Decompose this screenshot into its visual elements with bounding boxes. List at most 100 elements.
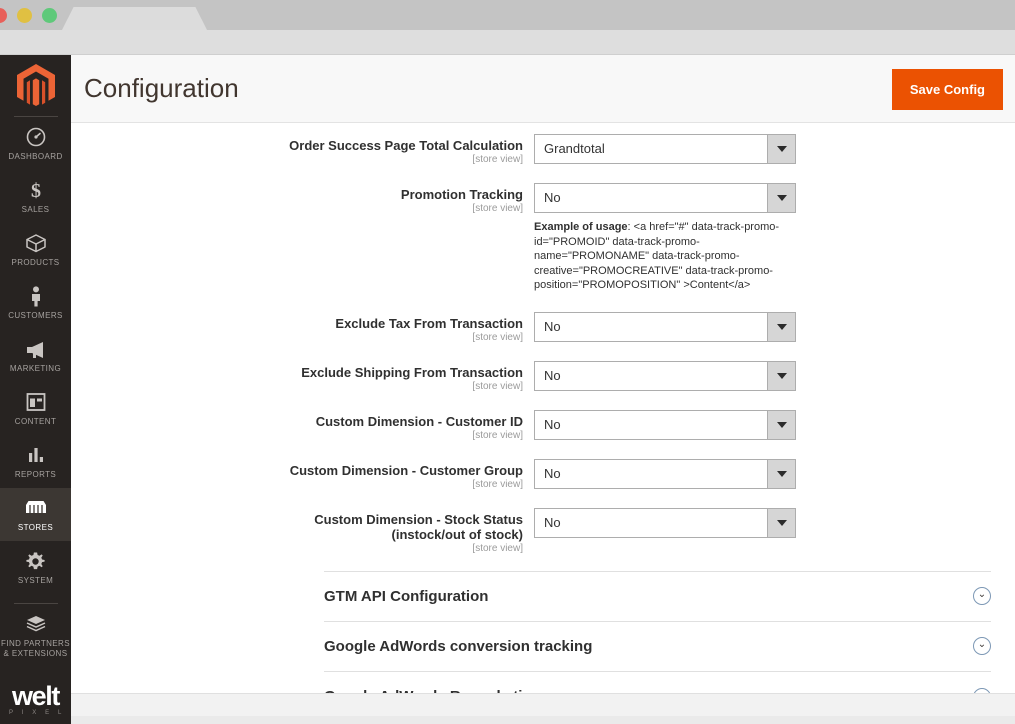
chevron-down-icon[interactable]: ⌄: [973, 587, 991, 605]
section-title: Google AdWords conversion tracking: [324, 638, 592, 655]
sidebar-item-label-line2: & EXTENSIONS: [4, 649, 68, 659]
field-label-col: Custom Dimension - Customer Group [store…: [71, 456, 534, 491]
maximize-window-button[interactable]: [42, 8, 57, 23]
field-label: Exclude Tax From Transaction: [71, 316, 523, 331]
person-icon: [29, 285, 43, 307]
section-google-adwords-conversion-tracking[interactable]: Google AdWords conversion tracking ⌄: [324, 622, 991, 672]
chevron-down-icon[interactable]: [767, 135, 795, 163]
sidebar-item-label: DASHBOARD: [8, 152, 62, 162]
page-title: Configuration: [84, 73, 239, 104]
field-scope: [store view]: [71, 543, 523, 555]
sidebar-item-label: SYSTEM: [18, 576, 53, 586]
select-promotion-tracking[interactable]: No: [534, 183, 796, 213]
select-order-success-page-total-calculation[interactable]: Grandtotal: [534, 134, 796, 164]
field-label-col: Exclude Tax From Transaction [store view…: [71, 309, 534, 344]
browser-toolbar: [0, 30, 1015, 55]
select-value: No: [544, 368, 561, 383]
field-row-promotion-tracking: Promotion Tracking [store view] No Examp…: [71, 180, 1015, 293]
select-custom-dimension-stock-status[interactable]: No: [534, 508, 796, 538]
select-exclude-tax-from-transaction[interactable]: No: [534, 312, 796, 342]
sidebar-item-marketing[interactable]: MARKETING: [0, 329, 71, 382]
storefront-icon: [24, 497, 48, 519]
box-icon: [25, 232, 47, 254]
field-row-custom-dimension-customer-id: Custom Dimension - Customer ID [store vi…: [71, 407, 1015, 442]
select-value: No: [544, 417, 561, 432]
page-header: Configuration Save Config: [71, 55, 1015, 123]
field-label: Promotion Tracking: [71, 187, 523, 202]
field-label-line1: Custom Dimension - Stock Status: [71, 512, 523, 527]
select-value: No: [544, 319, 561, 334]
svg-text:$: $: [31, 180, 41, 201]
field-control-col: No: [534, 358, 1015, 391]
field-label-col: Custom Dimension - Stock Status (instock…: [71, 505, 534, 555]
window-traffic-lights: [0, 8, 57, 23]
select-exclude-shipping-from-transaction[interactable]: No: [534, 361, 796, 391]
configuration-content: Order Success Page Total Calculation [st…: [71, 123, 1015, 693]
select-custom-dimension-customer-id[interactable]: No: [534, 410, 796, 440]
field-scope: [store view]: [71, 430, 523, 442]
sidebar-item-customers[interactable]: CUSTOMERS: [0, 276, 71, 329]
admin-application: DASHBOARD $ SALES PRODUCTS: [0, 55, 1015, 724]
browser-tab[interactable]: [62, 7, 207, 30]
field-label-col: Promotion Tracking [store view]: [71, 180, 534, 215]
field-control-col: No: [534, 309, 1015, 342]
sidebar-item-label: SALES: [22, 205, 50, 215]
field-scope: [store view]: [71, 381, 523, 393]
field-label-col: Custom Dimension - Customer ID [store vi…: [71, 407, 534, 442]
chevron-down-icon[interactable]: [767, 411, 795, 439]
close-window-button[interactable]: [0, 8, 7, 23]
field-control-col: No Example of usage: <a href="#" data-tr…: [534, 180, 1015, 293]
field-label: Custom Dimension - Customer Group: [71, 463, 523, 478]
sidebar-item-products[interactable]: PRODUCTS: [0, 223, 71, 276]
chevron-down-icon[interactable]: [767, 184, 795, 212]
sidebar-item-stores[interactable]: STORES: [0, 488, 71, 541]
dashboard-gauge-icon: [26, 126, 46, 148]
chevron-down-icon[interactable]: ⌄: [973, 637, 991, 655]
sidebar-item-label: REPORTS: [15, 470, 56, 480]
field-scope: [store view]: [71, 332, 523, 344]
field-label-col: Exclude Shipping From Transaction [store…: [71, 358, 534, 393]
sidebar-item-sales[interactable]: $ SALES: [0, 170, 71, 223]
open-box-icon: [25, 613, 47, 635]
field-row-exclude-tax-from-transaction: Exclude Tax From Transaction [store view…: [71, 309, 1015, 344]
chevron-down-icon[interactable]: [767, 313, 795, 341]
megaphone-icon: [25, 338, 47, 360]
select-value: No: [544, 515, 561, 530]
sidebar-item-label: STORES: [18, 523, 53, 533]
field-scope: [store view]: [71, 479, 523, 491]
sidebar-item-label: CONTENT: [15, 417, 56, 427]
magento-logo-icon: [17, 64, 55, 106]
field-note-promotion-tracking: Example of usage: <a href="#" data-track…: [534, 220, 806, 293]
sidebar-item-label: PRODUCTS: [11, 258, 59, 268]
field-label: Custom Dimension - Customer ID: [71, 414, 523, 429]
field-row-custom-dimension-customer-group: Custom Dimension - Customer Group [store…: [71, 456, 1015, 491]
sidebar-item-reports[interactable]: REPORTS: [0, 435, 71, 488]
chevron-down-icon[interactable]: [767, 362, 795, 390]
field-scope: [store view]: [71, 203, 523, 215]
select-value: Grandtotal: [544, 141, 605, 156]
section-google-adwords-remarketing[interactable]: Google AdWords Remarketing ⌄: [324, 672, 991, 694]
field-row-order-success-page-total-calculation: Order Success Page Total Calculation [st…: [71, 131, 1015, 166]
sidebar-item-label: CUSTOMERS: [8, 311, 63, 321]
layout-panels-icon: [26, 391, 46, 413]
sidebar-item-system[interactable]: SYSTEM: [0, 541, 71, 594]
sidebar-item-label-line1: FIND PARTNERS: [1, 639, 70, 649]
field-control-col: No: [534, 407, 1015, 440]
sidebar-item-label: MARKETING: [10, 364, 61, 374]
field-scope: [store view]: [71, 154, 523, 166]
field-control-col: No: [534, 456, 1015, 489]
chevron-down-icon[interactable]: [767, 509, 795, 537]
field-row-custom-dimension-stock-status: Custom Dimension - Stock Status (instock…: [71, 505, 1015, 555]
select-custom-dimension-customer-group[interactable]: No: [534, 459, 796, 489]
weltpixel-brand-logo: welt P I X E L: [0, 683, 71, 716]
field-label-line2: (instock/out of stock): [71, 527, 523, 542]
save-config-button[interactable]: Save Config: [892, 69, 1003, 110]
sidebar-item-dashboard[interactable]: DASHBOARD: [0, 117, 71, 170]
magento-logo[interactable]: [0, 55, 71, 107]
minimize-window-button[interactable]: [17, 8, 32, 23]
section-gtm-api-configuration[interactable]: GTM API Configuration ⌄: [324, 572, 991, 622]
sidebar-item-content[interactable]: CONTENT: [0, 382, 71, 435]
chevron-down-icon[interactable]: [767, 460, 795, 488]
field-label-col: Order Success Page Total Calculation [st…: [71, 131, 534, 166]
sidebar-item-find-partners-extensions[interactable]: FIND PARTNERS & EXTENSIONS: [0, 604, 71, 667]
